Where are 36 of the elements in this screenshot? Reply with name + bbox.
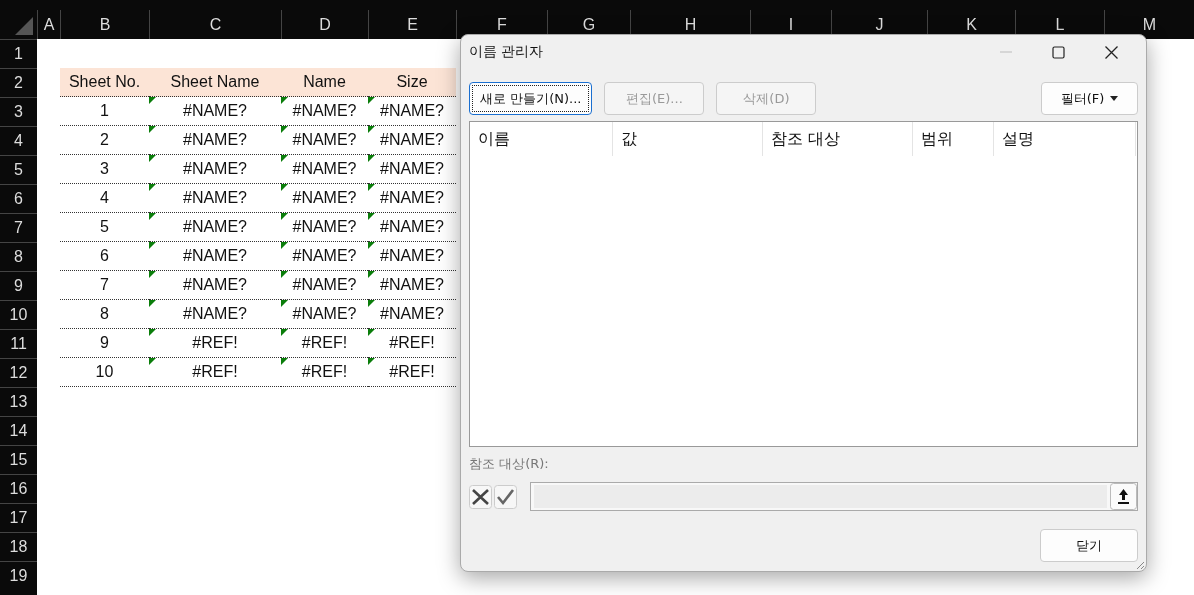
dialog-title: 이름 관리자 [469, 43, 544, 61]
list-column-header[interactable]: 참조 대상 [763, 122, 913, 156]
table-cell: #NAME? [368, 97, 456, 126]
maximize-icon[interactable] [1052, 45, 1065, 59]
refers-to-label: 참조 대상(R): [469, 455, 550, 473]
filter-button[interactable]: 필터(F) [1041, 82, 1138, 115]
table-cell: #REF! [149, 358, 281, 387]
table-header-cell: Name [281, 68, 368, 97]
table-header-cell: Size [368, 68, 456, 97]
list-column-header[interactable]: 범위 [913, 122, 994, 156]
caret-down-icon [1110, 96, 1119, 101]
table-cell: #REF! [368, 358, 456, 387]
resize-grip-icon[interactable] [1135, 560, 1145, 570]
table-cell: #NAME? [368, 155, 456, 184]
list-column-header[interactable]: 설명 [994, 122, 1136, 156]
refers-to-field[interactable] [530, 482, 1138, 511]
table-cell: #NAME? [368, 300, 456, 329]
list-column-header[interactable]: 이름 [470, 122, 613, 156]
table-cell: #NAME? [368, 271, 456, 300]
table-header-cell: Sheet No. [60, 68, 149, 97]
table-cell: #NAME? [368, 213, 456, 242]
close-icon[interactable] [1105, 45, 1118, 59]
collapse-dialog-icon[interactable] [1110, 483, 1137, 510]
close-button[interactable]: 닫기 [1040, 529, 1138, 562]
table-cell: #REF! [281, 358, 368, 387]
names-list[interactable]: 이름 값 참조 대상 범위 설명 [469, 121, 1138, 447]
table-cell: #NAME? [368, 184, 456, 213]
table-header-cell: Sheet Name [149, 68, 281, 97]
table-cell: #REF! [368, 329, 456, 358]
list-column-header[interactable]: 값 [613, 122, 763, 156]
table-cell: #NAME? [368, 242, 456, 271]
check-icon[interactable] [494, 484, 517, 509]
table-cell: #NAME? [368, 126, 456, 155]
select-all-icon[interactable] [15, 17, 33, 35]
dialog-button[interactable]: 새로 만들기(N)... [469, 82, 593, 115]
cancel-icon[interactable] [469, 484, 492, 509]
